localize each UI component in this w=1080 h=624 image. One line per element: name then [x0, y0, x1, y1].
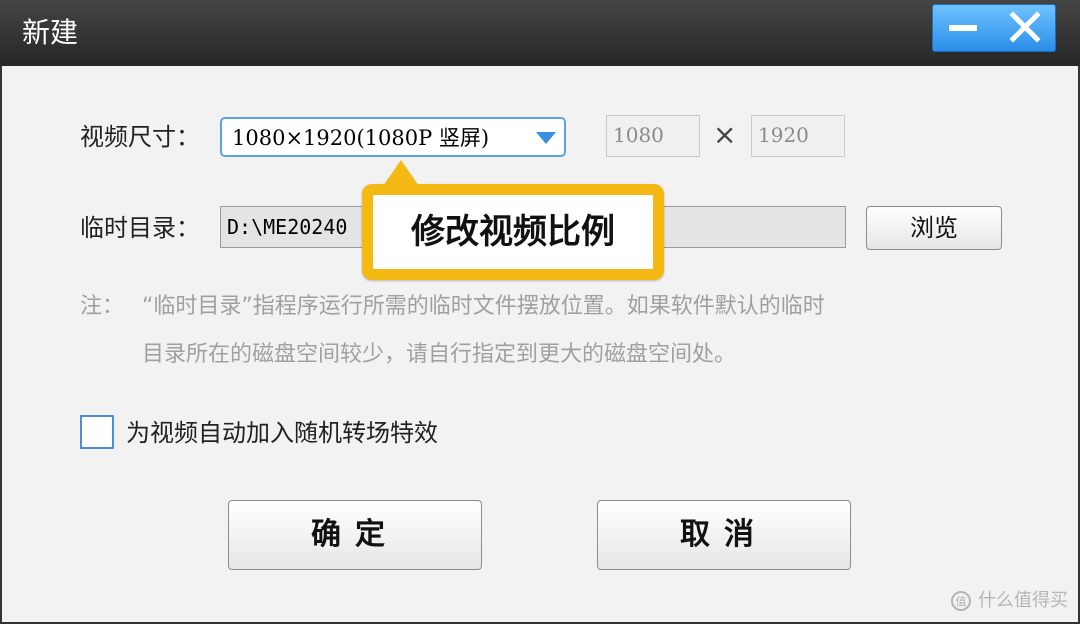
- annotation-callout: 修改视频比例: [362, 184, 664, 280]
- dialog-window: 新建 视频尺寸： 1080×1920(1080P 竖屏) 1080 × 1920…: [0, 0, 1080, 624]
- minimize-icon: [949, 25, 977, 31]
- temp-dir-label: 临时目录：: [80, 214, 200, 242]
- video-size-select-value: 1080×1920(1080P 竖屏): [232, 126, 490, 150]
- minimize-button[interactable]: [933, 5, 993, 51]
- ok-button[interactable]: 确定: [228, 500, 482, 570]
- browse-button[interactable]: 浏览: [866, 206, 1002, 250]
- height-input[interactable]: 1920: [751, 115, 845, 157]
- random-transition-label[interactable]: 为视频自动加入随机转场特效: [126, 417, 438, 449]
- video-size-label: 视频尺寸：: [80, 123, 200, 151]
- cancel-button[interactable]: 取消: [597, 500, 851, 570]
- times-symbol: ×: [713, 118, 737, 151]
- callout-text: 修改视频比例: [411, 212, 615, 252]
- callout-pointer: [383, 160, 419, 186]
- width-input[interactable]: 1080: [606, 115, 700, 157]
- note-line-1: “临时目录”指程序运行所需的临时文件摆放位置。如果软件默认的临时: [142, 294, 825, 319]
- close-button[interactable]: [995, 5, 1055, 51]
- svg-text:值: 值: [956, 595, 967, 608]
- note-prefix: 注：: [80, 294, 125, 319]
- window-controls: [932, 4, 1056, 52]
- title-bar[interactable]: 新建: [0, 0, 1080, 66]
- watermark-logo-icon: 值: [951, 591, 971, 611]
- random-transition-checkbox[interactable]: [80, 415, 114, 449]
- window-title: 新建: [22, 16, 79, 49]
- chevron-down-icon: [536, 132, 556, 144]
- video-size-select[interactable]: 1080×1920(1080P 竖屏): [220, 117, 566, 157]
- note-line-2: 目录所在的磁盘空间较少，请自行指定到更大的磁盘空间处。: [142, 342, 737, 367]
- close-icon: [1009, 11, 1041, 43]
- watermark-text: 什么值得买: [978, 590, 1068, 611]
